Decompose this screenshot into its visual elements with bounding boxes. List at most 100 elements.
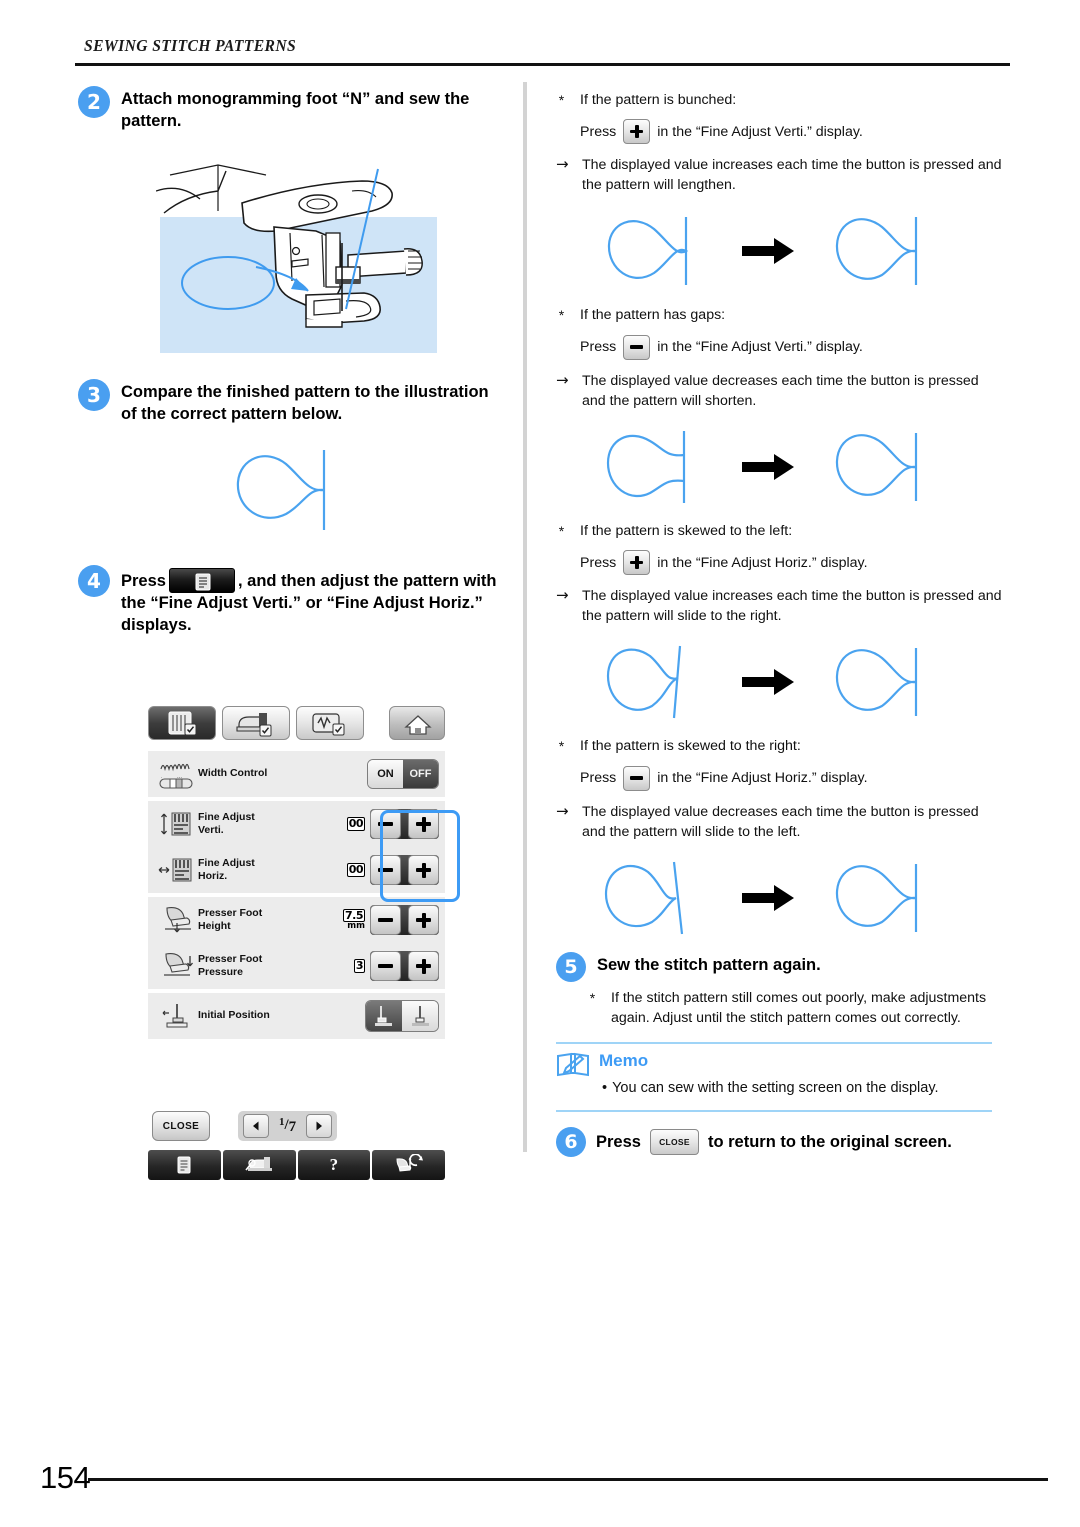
value-presser-foot-pressure: 3 <box>353 959 365 973</box>
bullet-marker: * <box>558 522 565 539</box>
taskbar-operation-guide[interactable] <box>372 1150 445 1180</box>
memo-bullet: • <box>602 1080 608 1097</box>
setting-row-initial-position[interactable]: Initial Position <box>148 993 445 1039</box>
pattern-skew-left-figure <box>606 646 682 719</box>
stepper-divider <box>401 905 408 935</box>
bullet-marker: * <box>589 989 596 1006</box>
label-line-1: Presser Foot <box>198 952 263 965</box>
initial-position-right-option[interactable] <box>402 1001 438 1031</box>
press-instruction: Press in the “Fine Adjust Verti.” displa… <box>580 119 1016 145</box>
toggle-off[interactable]: OFF <box>403 760 438 788</box>
press-instruction: Press in the “Fine Adjust Horiz.” displa… <box>580 550 1016 576</box>
stepper-fine-adjust-verti[interactable] <box>370 809 439 839</box>
plus-button[interactable] <box>408 809 439 839</box>
correct-pattern-illustration <box>228 442 508 543</box>
step-4: 4 Press , and then adjust the pattern wi… <box>78 564 508 637</box>
label-line-2: Pressure <box>198 966 243 978</box>
width-control-icon: . ... <box>156 757 198 791</box>
stepper-fine-adjust-horiz[interactable] <box>370 855 439 885</box>
step-2-title: Attach monogramming foot “N” and sew the… <box>121 90 470 130</box>
step-5: 5 Sew the stitch pattern again. <box>556 951 1016 982</box>
press-label: Press <box>580 339 617 356</box>
home-icon[interactable] <box>389 706 445 740</box>
arrow-right-icon <box>742 669 794 696</box>
setting-row-presser-foot-height[interactable]: Presser Foot Height 7.5 mm <box>148 897 445 943</box>
taskbar-machine-guide[interactable] <box>222 1150 296 1180</box>
case-condition: * If the pattern is skewed to the left: <box>556 521 1016 541</box>
minus-button-icon[interactable] <box>623 765 651 791</box>
plus-button[interactable] <box>408 855 439 885</box>
arrow-right-icon <box>742 453 794 480</box>
stepper-divider <box>401 809 408 839</box>
plus-button-icon[interactable] <box>623 550 651 576</box>
memo-header: Memo <box>556 1051 1016 1077</box>
step-6: 6 Press CLOSE to return to the original … <box>556 1127 1016 1158</box>
tab-sewing-settings[interactable] <box>148 706 216 740</box>
step-3: 3 Compare the finished pattern to the il… <box>78 378 508 426</box>
right-column: * If the pattern is bunched: Press in th… <box>556 86 1016 1158</box>
minus-button[interactable] <box>370 905 401 935</box>
plus-button[interactable] <box>408 951 439 981</box>
minus-button[interactable] <box>370 855 401 885</box>
width-control-toggle[interactable]: ON OFF <box>367 759 439 789</box>
triangle-left-icon[interactable] <box>243 1114 269 1138</box>
initial-position-left-option[interactable] <box>366 1001 402 1031</box>
close-button[interactable]: CLOSE <box>152 1111 210 1141</box>
taskbar-settings[interactable] <box>148 1150 221 1180</box>
column-divider <box>523 82 527 1152</box>
case-skewed-right: * If the pattern is skewed to the right:… <box>556 736 1016 937</box>
bullet-marker: * <box>558 307 565 324</box>
taskbar-help[interactable]: ? <box>297 1150 371 1180</box>
arrow-marker: → <box>556 586 569 605</box>
press-label: Press <box>580 554 617 571</box>
step-3-title: Compare the finished pattern to the illu… <box>121 382 489 423</box>
value-fine-adjust-horiz: 00 <box>346 863 365 877</box>
condition-text: If the pattern has gaps: <box>580 307 726 324</box>
toggle-on[interactable]: ON <box>368 760 403 788</box>
press-suffix: in the “Fine Adjust Verti.” display. <box>657 339 863 356</box>
arrow-right-icon <box>742 238 794 265</box>
setting-row-presser-foot-pressure[interactable]: Presser Foot Pressure 3 <box>148 943 445 989</box>
minus-button[interactable] <box>370 809 401 839</box>
figure-pair-bunched <box>602 211 1016 291</box>
presser-foot-pressure-icon <box>156 948 198 984</box>
question-mark-icon: ? <box>329 1155 339 1174</box>
case-condition: * If the pattern has gaps: <box>556 305 1016 325</box>
tab-embroidery-settings[interactable] <box>296 706 364 740</box>
memo-text-content: You can sew with the setting screen on t… <box>612 1080 939 1097</box>
initial-position-icon <box>156 998 198 1034</box>
close-button-icon[interactable]: CLOSE <box>649 1129 699 1156</box>
step-6-title: Press CLOSE to return to the original sc… <box>596 1129 952 1156</box>
value-fine-adjust-verti: 00 <box>346 817 365 831</box>
minus-button[interactable] <box>370 951 401 981</box>
pattern-skew-right-figure <box>604 861 684 934</box>
step-4-text-before: Press <box>121 571 166 590</box>
settings-page-icon[interactable] <box>168 567 235 593</box>
plus-button-icon[interactable] <box>623 119 651 145</box>
case-result: → The displayed value increases each tim… <box>556 155 1016 195</box>
setting-row-fine-adjust-verti[interactable]: Fine Adjust Verti. 00 <box>148 801 445 847</box>
lcd-taskbar: ? <box>148 1150 445 1180</box>
step-6-badge: 6 <box>556 1127 586 1158</box>
header-rule <box>75 63 1010 66</box>
stepper-presser-foot-height[interactable] <box>370 905 439 935</box>
bullet-marker: * <box>558 738 565 755</box>
pattern-gaps-figure <box>606 430 686 503</box>
result-text: The displayed value increases each time … <box>582 588 1002 625</box>
pattern-correct-figure <box>835 217 918 286</box>
condition-text: If the pattern is bunched: <box>580 92 737 108</box>
minus-button-icon[interactable] <box>623 334 651 360</box>
setting-label-width-control: Width Control <box>198 767 268 780</box>
machine-settings-screen: . ... Width Control ON OFF Fine Adjust V… <box>148 706 460 1194</box>
case-result: → The displayed value decreases each tim… <box>556 371 1016 411</box>
plus-button[interactable] <box>408 905 439 935</box>
initial-position-segmented[interactable] <box>365 1000 439 1032</box>
step-4-badge: 4 <box>78 564 110 597</box>
tab-machine-settings[interactable] <box>222 706 290 740</box>
stepper-presser-foot-pressure[interactable] <box>370 951 439 981</box>
setting-row-width-control[interactable]: . ... Width Control ON OFF <box>148 751 445 797</box>
setting-label-fine-adjust-verti: Fine Adjust Verti. <box>198 811 347 837</box>
triangle-right-icon[interactable] <box>306 1114 333 1138</box>
case-gaps: * If the pattern has gaps: Press in the … <box>556 305 1016 506</box>
setting-row-fine-adjust-horiz[interactable]: Fine Adjust Horiz. 00 <box>148 847 445 893</box>
